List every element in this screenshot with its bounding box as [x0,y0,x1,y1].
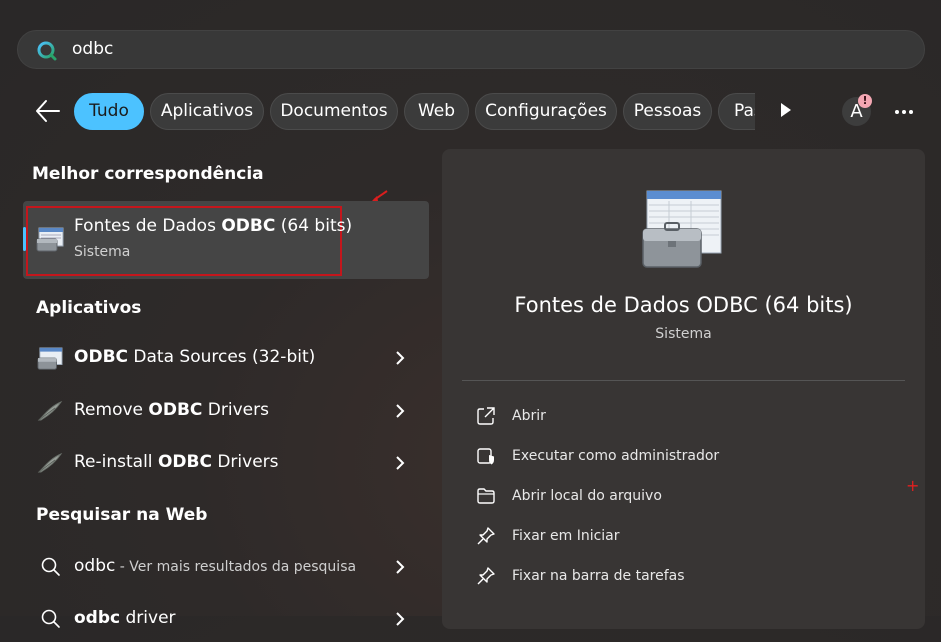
label-pre: Re-install [74,452,158,472]
label-post: Data Sources (32-bit) [128,347,316,367]
scroll-filters-icon[interactable] [779,102,793,118]
chevron-right-icon[interactable] [395,403,405,419]
search-icon [41,609,60,628]
notification-badge: ! [858,94,872,108]
web-hint: - Ver mais resultados da pesquisa [115,559,357,575]
open-external-icon [477,407,495,425]
preview-pane: Fontes de Dados ODBC (64 bits) Sistema A… [442,149,925,629]
web-query-rest: driver [120,608,176,628]
web-query: odbc [74,556,116,576]
web-result-label: odbc - Ver mais resultados da pesquisa [74,556,356,576]
chevron-right-icon[interactable] [395,559,405,575]
action-label: Executar como administrador [512,448,720,464]
pin-icon [477,567,495,585]
odbc-datasource-icon [36,227,64,252]
annotation-plus-icon: + [906,476,920,495]
web-result-odbc-driver[interactable]: odbc driver [23,596,429,642]
list-item-remove-drivers[interactable]: Remove ODBC Drivers [23,388,429,434]
preview-title: Fontes de Dados ODBC (64 bits) [514,293,853,317]
web-query-bold: odbc [74,608,121,628]
action-run-as-admin[interactable]: Executar como administrador [472,440,892,474]
preview-subtitle: Sistema [655,326,712,342]
filter-aplicativos[interactable]: Aplicativos [150,93,264,130]
web-heading: Pesquisar na Web [36,505,208,525]
shield-icon [477,448,494,465]
label-post: Drivers [211,452,279,472]
filter-tudo[interactable]: Tudo [74,93,144,130]
odbc-datasource-icon [37,347,63,370]
list-item-label: Remove ODBC Drivers [74,400,269,420]
action-label: Fixar em Iniciar [512,528,620,544]
search-input[interactable]: odbc [72,39,113,59]
best-match-subtitle: Sistema [74,244,131,260]
action-label: Abrir [512,408,546,424]
best-match-title-post: (64 bits) [275,216,353,236]
label-bold: ODBC [74,347,128,367]
search-box[interactable]: odbc [17,30,925,69]
best-match-title-pre: Fontes de Dados [74,216,222,236]
label-post: Drivers [202,400,269,420]
label-bold: ODBC [148,400,203,420]
action-open-file-location[interactable]: Abrir local do arquivo [472,480,892,514]
best-match-result[interactable]: Fontes de Dados ODBC (64 bits) Sistema [23,201,429,279]
filter-documentos[interactable]: Documentos [270,93,398,130]
list-item-reinstall-drivers[interactable]: Re-install ODBC Drivers [23,440,429,486]
action-label: Abrir local do arquivo [512,488,662,504]
search-icon [37,41,57,61]
chevron-right-icon[interactable] [395,350,405,366]
list-item-label: ODBC Data Sources (32-bit) [74,347,315,367]
folder-icon [477,488,495,504]
label-bold: ODBC [157,452,212,472]
action-pin-start[interactable]: Fixar em Iniciar [472,520,892,554]
odbc-datasource-icon [642,190,722,268]
feather-icon [37,400,63,421]
list-item-odbc-32[interactable]: ODBC Data Sources (32-bit) [23,335,429,381]
pin-icon [477,527,495,545]
action-abrir[interactable]: Abrir [472,400,892,434]
action-pin-taskbar[interactable]: Fixar na barra de tarefas [472,560,892,594]
chevron-right-icon[interactable] [395,611,405,627]
filter-pastas[interactable]: Pas [718,93,755,130]
feather-icon [37,452,63,473]
filter-pessoas[interactable]: Pessoas [623,93,712,130]
web-result-odbc[interactable]: odbc - Ver mais resultados da pesquisa [23,544,429,590]
back-arrow-icon[interactable] [34,98,62,124]
web-result-label: odbc driver [74,608,176,628]
filter-bar: Tudo Aplicativos Documentos Web Configur… [74,92,755,132]
action-label: Fixar na barra de tarefas [512,568,685,584]
filter-configuracoes[interactable]: Configurações [475,93,617,130]
search-icon [41,557,60,576]
best-match-heading: Melhor correspondência [32,164,264,184]
divider [462,380,905,381]
list-item-label: Re-install ODBC Drivers [74,452,279,472]
label-pre: Remove [74,400,149,420]
apps-heading: Aplicativos [36,298,142,318]
chevron-right-icon[interactable] [395,455,405,471]
filter-web[interactable]: Web [404,93,469,130]
more-options-icon[interactable] [894,103,914,121]
best-match-title-bold: ODBC [221,216,276,236]
best-match-title: Fontes de Dados ODBC (64 bits) [74,216,352,236]
